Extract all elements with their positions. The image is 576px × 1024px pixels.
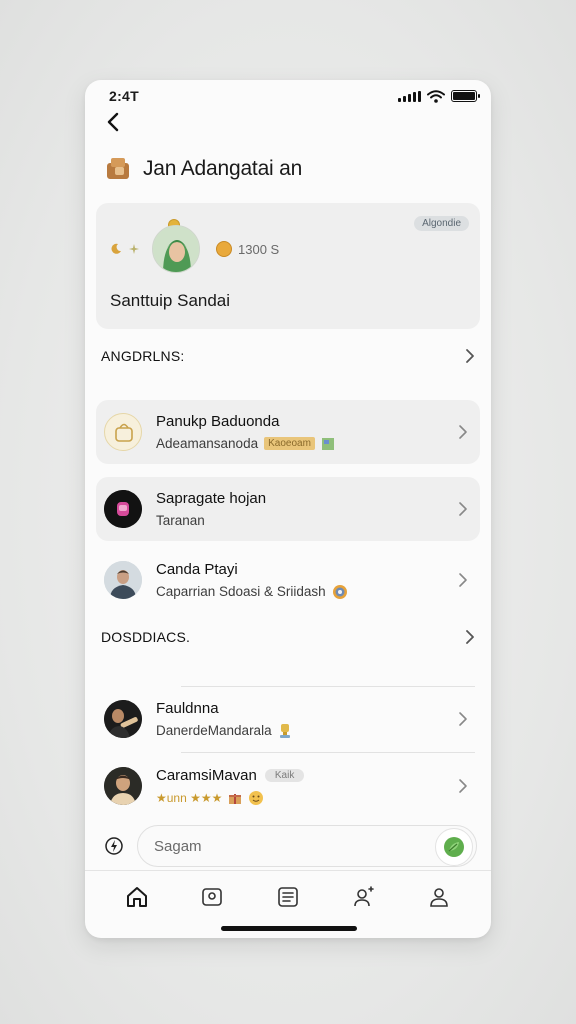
list-item-tag: Kaik xyxy=(264,768,305,782)
chevron-right-icon xyxy=(459,425,467,439)
phone-screen: 2:4T Jan Adangatai an Algondie 1300 S Sa… xyxy=(85,80,491,938)
home-indicator[interactable] xyxy=(221,926,357,931)
list-item-subtitle: ★unn ★★★ xyxy=(156,790,223,805)
moon-icon xyxy=(111,243,121,254)
coin-text: 1300 S xyxy=(238,241,280,257)
profile-mini-icons xyxy=(110,243,140,255)
smile-icon xyxy=(249,790,264,805)
target-icon xyxy=(332,584,347,599)
list-item-subtitle: Taranan xyxy=(156,513,205,528)
list-item-subtitle-row: Adeamansanoda Kaoeoam xyxy=(156,436,480,451)
coin-icon xyxy=(216,241,232,257)
title-row: Jan Adangatai an xyxy=(103,154,302,184)
list-item[interactable]: Fauldnna DanerdeMandarala xyxy=(96,687,480,751)
list-item-title: Panukp Baduonda xyxy=(156,413,280,430)
list-item-subtitle-row: DanerdeMandarala xyxy=(156,723,480,739)
tab-bar xyxy=(85,870,491,922)
section-header-angdrlns[interactable]: ANGDRLNS: xyxy=(101,344,475,368)
avatar xyxy=(104,767,142,805)
avatar xyxy=(104,561,142,599)
list-item-subtitle: DanerdeMandarala xyxy=(156,723,272,738)
chevron-right-icon xyxy=(459,779,467,793)
list-item-text: Canda Ptayi Caparrian Sdoasi & Sriidash xyxy=(156,561,480,600)
search-box xyxy=(137,825,477,867)
avatar-image xyxy=(104,700,142,738)
section-header-dosddiacs[interactable]: DOSDDIACS. xyxy=(101,625,475,649)
back-button[interactable] xyxy=(101,110,125,134)
list-item[interactable]: CaramsiMavan Kaik ★unn ★★★ xyxy=(96,754,480,818)
avatar-image xyxy=(104,490,142,528)
chevron-right-icon xyxy=(459,573,467,587)
avatar xyxy=(104,413,142,451)
chevron-right-icon xyxy=(459,502,467,516)
avatar[interactable] xyxy=(152,225,200,273)
chevron-right-icon xyxy=(466,630,474,644)
status-badge: Algondie xyxy=(414,216,469,231)
list-item-text: Fauldnna DanerdeMandarala xyxy=(156,700,480,739)
section-title: DOSDDIACS. xyxy=(101,629,191,645)
list-item-title: Canda Ptayi xyxy=(156,560,238,578)
page-title: Jan Adangatai an xyxy=(143,157,303,180)
battery-icon xyxy=(451,90,480,102)
trophy-icon xyxy=(279,723,290,738)
tab-profile[interactable] xyxy=(419,877,459,917)
list-item-title: CaramsiMavan xyxy=(156,766,257,784)
list-item[interactable]: Sapragate hojan Taranan xyxy=(96,477,480,541)
list-item-subtitle: Caparrian Sdoasi & Sriidash xyxy=(156,584,326,599)
avatar-image xyxy=(104,767,142,805)
tab-contacts[interactable] xyxy=(344,877,384,917)
divider xyxy=(181,752,475,753)
chevron-right-icon xyxy=(459,712,467,726)
list-item-text: CaramsiMavan Kaik ★unn ★★★ xyxy=(156,767,480,806)
home-icon xyxy=(126,886,147,907)
profile-row: 1300 S xyxy=(110,219,279,273)
avatar xyxy=(104,700,142,738)
status-bar: 2:4T xyxy=(85,80,491,112)
profile-name: Santtuip Sandai xyxy=(110,291,231,310)
section-title: ANGDRLNS: xyxy=(101,348,185,364)
leaf-icon xyxy=(444,837,464,857)
status-time: 2:4T xyxy=(109,88,139,104)
list-item-title: Sapragate hojan xyxy=(156,490,267,507)
coin-balance: 1300 S xyxy=(216,241,279,257)
sparkle-icon xyxy=(129,244,139,254)
list-item-text: Panukp Baduonda Adeamansanoda Kaoeoam xyxy=(156,413,480,451)
avatar-image xyxy=(104,561,142,599)
tab-media[interactable] xyxy=(192,877,232,917)
wifi-icon xyxy=(427,89,445,103)
tab-home[interactable] xyxy=(117,877,157,917)
list-item[interactable]: Panukp Baduonda Adeamansanoda Kaoeoam xyxy=(96,400,480,464)
lightning-icon xyxy=(105,837,123,855)
picture-icon xyxy=(321,437,334,450)
avatar xyxy=(104,490,142,528)
list-item[interactable]: Canda Ptayi Caparrian Sdoasi & Sriidash xyxy=(96,548,480,612)
chevron-left-icon xyxy=(107,112,119,132)
tab-list[interactable] xyxy=(268,877,308,917)
bag-icon xyxy=(115,423,133,442)
list-item-subtitle: Adeamansanoda xyxy=(156,436,259,451)
list-item-subtitle-row: Caparrian Sdoasi & Sriidash xyxy=(156,584,480,600)
lightning-button[interactable] xyxy=(101,833,127,859)
send-button[interactable] xyxy=(435,828,473,866)
search-row xyxy=(101,824,477,868)
avatar-image xyxy=(153,226,199,272)
list-item-subtitle-row: ★unn ★★★ xyxy=(156,790,480,806)
list-item-subtitle-row: Taranan xyxy=(156,513,480,528)
chevron-right-icon xyxy=(466,349,474,363)
list-icon xyxy=(278,886,298,907)
gift-icon xyxy=(229,793,242,804)
search-input[interactable] xyxy=(154,837,414,855)
list-item-text: Sapragate hojan Taranan xyxy=(156,490,480,528)
profile-card[interactable]: Algondie 1300 S Santtuip Sandai xyxy=(96,203,480,329)
list-item-title-row: CaramsiMavan Kaik xyxy=(156,767,480,784)
photo-icon xyxy=(202,887,223,906)
user-icon xyxy=(430,887,448,907)
signal-icon xyxy=(398,90,421,102)
contacts-icon xyxy=(353,885,374,906)
list-item-tag: Kaoeoam xyxy=(264,437,315,450)
list-item-title: Fauldnna xyxy=(156,699,219,717)
box-icon xyxy=(107,158,129,179)
status-icons xyxy=(398,89,480,103)
